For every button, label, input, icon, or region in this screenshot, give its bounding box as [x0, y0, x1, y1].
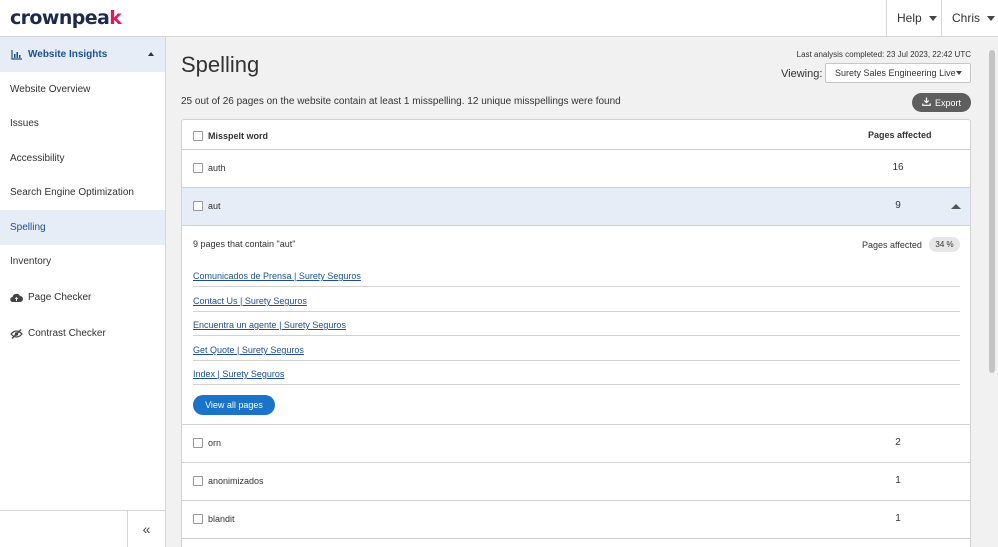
chevron-up-icon: [148, 52, 154, 56]
viewing-select-value: Surety Sales Engineering Live: [835, 68, 956, 78]
detail-heading: 9 pages that contain "aut": [193, 239, 296, 249]
last-analysis-timestamp: Last analysis completed: 23 Jul 2023, 22…: [796, 50, 971, 59]
scrollbar-thumb[interactable]: [989, 50, 995, 373]
page-link[interactable]: Index | Surety Seguros: [193, 369, 284, 379]
sidebar-item-label: Contrast Checker: [28, 328, 106, 339]
user-label: Chris: [952, 11, 981, 25]
page-scrollbar[interactable]: [986, 37, 998, 547]
view-all-pages-button[interactable]: View all pages: [193, 395, 275, 415]
download-icon: [922, 97, 931, 108]
column-header-word[interactable]: Misspelt word: [208, 131, 268, 141]
help-menu-button[interactable]: Help: [886, 0, 941, 36]
table-header: Misspelt word Pages affected: [182, 120, 970, 150]
sidebar-section-label: Website Insights: [28, 49, 108, 60]
sidebar-item-label: Spelling: [10, 222, 46, 233]
sidebar: Website Insights Website Overview Issues…: [0, 37, 166, 547]
table-row[interactable]: anonimizados 1: [182, 463, 970, 501]
collapse-row-icon[interactable]: [951, 204, 961, 209]
sidebar-section-website-insights[interactable]: Website Insights: [0, 37, 165, 72]
sidebar-footer: «: [0, 510, 165, 547]
table-row[interactable]: auth 16: [182, 150, 970, 188]
collapse-sidebar-button[interactable]: «: [127, 511, 165, 547]
top-bar: crownpea k Help Chris: [0, 0, 998, 37]
page-title: Spelling: [181, 52, 260, 77]
user-menu-button[interactable]: Chris: [941, 0, 998, 36]
misspellings-table: Misspelt word Pages affected auth 16 aut…: [181, 119, 971, 547]
sidebar-item-label: Website Overview: [10, 84, 91, 95]
page-link-item: Index | Surety Seguros: [193, 360, 960, 385]
chevron-down-icon: [987, 15, 996, 21]
sidebar-item-website-overview[interactable]: Website Overview: [0, 72, 165, 107]
spelling-summary: 25 out of 26 pages on the website contai…: [181, 96, 621, 107]
logo-k: k: [109, 7, 122, 29]
row-checkbox[interactable]: [193, 514, 203, 524]
row-checkbox[interactable]: [193, 201, 203, 211]
row-checkbox[interactable]: [193, 438, 203, 448]
sidebar-item-label: Inventory: [10, 256, 52, 267]
page-link[interactable]: Encuentra un agente | Surety Seguros: [193, 320, 346, 330]
column-header-pages[interactable]: Pages affected: [868, 130, 932, 140]
logo-text: crownpea: [10, 7, 110, 29]
page-link[interactable]: Comunicados de Prensa | Surety Seguros: [193, 271, 361, 281]
row-detail-panel: 9 pages that contain "aut" Pages affecte…: [182, 226, 970, 425]
chevron-down-icon: [928, 15, 937, 21]
sidebar-item-contrast-checker[interactable]: Contrast Checker: [0, 316, 165, 351]
table-row[interactable]: blandit 1: [182, 501, 970, 539]
page-link-item: Contact Us | Surety Seguros: [193, 287, 960, 312]
select-all-checkbox[interactable]: [193, 131, 203, 141]
export-button[interactable]: Export: [912, 93, 971, 112]
viewing-site-select[interactable]: Surety Sales Engineering Live: [825, 63, 971, 83]
pages-affected-count: 9: [895, 200, 901, 211]
row-checkbox[interactable]: [193, 476, 203, 486]
bar-chart-icon: [10, 49, 23, 61]
pages-affected-count: 1: [895, 475, 901, 486]
page-link[interactable]: Get Quote | Surety Seguros: [193, 345, 304, 355]
double-chevron-left-icon: «: [142, 521, 151, 537]
page-link-item: Encuentra un agente | Surety Seguros: [193, 311, 960, 336]
percent-badge: 34 %: [929, 237, 960, 252]
sidebar-item-seo[interactable]: Search Engine Optimization: [0, 175, 165, 210]
detail-pages-affected-label: Pages affected: [862, 240, 922, 250]
page-link[interactable]: Contact Us | Surety Seguros: [193, 296, 307, 306]
sidebar-item-label: Issues: [10, 118, 39, 129]
sidebar-item-accessibility[interactable]: Accessibility: [0, 141, 165, 176]
sidebar-item-issues[interactable]: Issues: [0, 106, 165, 141]
table-row-expanded[interactable]: aut 9: [182, 188, 970, 226]
eye-slash-icon: [10, 328, 23, 340]
misspelt-word: auth: [208, 163, 226, 173]
cloud-upload-icon: [10, 292, 23, 304]
crownpeak-logo[interactable]: crownpea k: [10, 6, 122, 30]
sidebar-item-page-checker[interactable]: Page Checker: [0, 280, 165, 315]
chevron-down-icon: [956, 71, 962, 75]
pages-affected-count: 1: [895, 513, 901, 524]
page-link-item: Get Quote | Surety Seguros: [193, 336, 960, 361]
misspelt-word: blandit: [208, 514, 235, 524]
row-checkbox[interactable]: [193, 163, 203, 173]
sidebar-item-spelling[interactable]: Spelling: [0, 210, 165, 245]
pages-affected-count: 16: [892, 162, 904, 173]
sidebar-item-label: Accessibility: [10, 153, 65, 164]
sidebar-item-label: Search Engine Optimization: [10, 187, 134, 198]
sidebar-item-label: Page Checker: [28, 292, 92, 303]
misspelt-word: aut: [208, 201, 221, 211]
help-label: Help: [897, 11, 922, 25]
pages-affected-count: 2: [895, 437, 901, 448]
misspelt-word: orn: [208, 438, 222, 448]
main-content: Spelling Last analysis completed: 23 Jul…: [166, 37, 986, 547]
misspelt-word: anonimizados: [208, 476, 264, 486]
export-label: Export: [934, 97, 961, 108]
table-row[interactable]: orn 2: [182, 425, 970, 463]
sidebar-item-inventory[interactable]: Inventory: [0, 244, 165, 279]
viewing-label: Viewing:: [781, 68, 823, 80]
page-link-item: Comunicados de Prensa | Surety Seguros: [193, 262, 960, 287]
